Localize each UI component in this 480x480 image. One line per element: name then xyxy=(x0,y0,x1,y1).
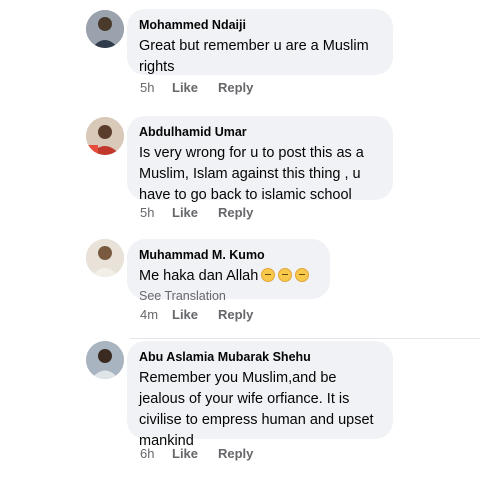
like-button[interactable]: Like xyxy=(172,446,218,461)
comment-bubble: Muhammad M. Kumo Me haka dan Allah See T… xyxy=(127,239,330,303)
comment-bubble: Abdulhamid Umar Is very wrong for u to p… xyxy=(127,116,393,203)
pensive-face-icon xyxy=(261,268,276,282)
comment-text: Me haka dan Allah xyxy=(139,266,318,287)
reply-button[interactable]: Reply xyxy=(218,80,253,95)
pensive-face-icon xyxy=(278,268,293,282)
avatar[interactable] xyxy=(86,341,124,379)
comment-actions: 5h Like Reply xyxy=(140,205,253,220)
comment-actions: 6h Like Reply xyxy=(140,446,253,461)
reply-button[interactable]: Reply xyxy=(218,446,253,461)
see-translation-link[interactable]: See Translation xyxy=(139,288,318,305)
comment-actions: 4m Like Reply xyxy=(140,307,253,322)
comment-text: Great but remember u are a Muslim rights xyxy=(139,38,369,75)
reply-button[interactable]: Reply xyxy=(218,205,253,220)
comment-author[interactable]: Muhammad M. Kumo xyxy=(139,247,318,263)
comment-time[interactable]: 5h xyxy=(140,80,172,95)
comment-time[interactable]: 4m xyxy=(140,307,172,322)
comment-time[interactable]: 5h xyxy=(140,205,172,220)
comment-author[interactable]: Abu Aslamia Mubarak Shehu xyxy=(139,349,381,365)
comment-author[interactable]: Mohammed Ndaiji xyxy=(139,17,381,33)
comment-author[interactable]: Abdulhamid Umar xyxy=(139,124,381,140)
comment-bubble: Mohammed Ndaiji Great but remember u are… xyxy=(127,9,393,75)
divider xyxy=(130,338,480,339)
comment-text: Remember you Muslim,and be jealous of yo… xyxy=(139,370,374,449)
comment-bubble: Abu Aslamia Mubarak Shehu Remember you M… xyxy=(127,341,393,449)
comment-text: Is very wrong for u to post this as a Mu… xyxy=(139,145,364,203)
avatar[interactable] xyxy=(86,117,124,155)
like-button[interactable]: Like xyxy=(172,307,218,322)
like-button[interactable]: Like xyxy=(172,205,218,220)
like-button[interactable]: Like xyxy=(172,80,218,95)
avatar[interactable] xyxy=(86,239,124,277)
comment-text-body: Me haka dan Allah xyxy=(139,268,259,284)
reply-button[interactable]: Reply xyxy=(218,307,253,322)
pensive-face-icon xyxy=(295,268,310,282)
avatar[interactable] xyxy=(86,10,124,48)
comment-time[interactable]: 6h xyxy=(140,446,172,461)
comment-actions: 5h Like Reply xyxy=(140,80,253,95)
